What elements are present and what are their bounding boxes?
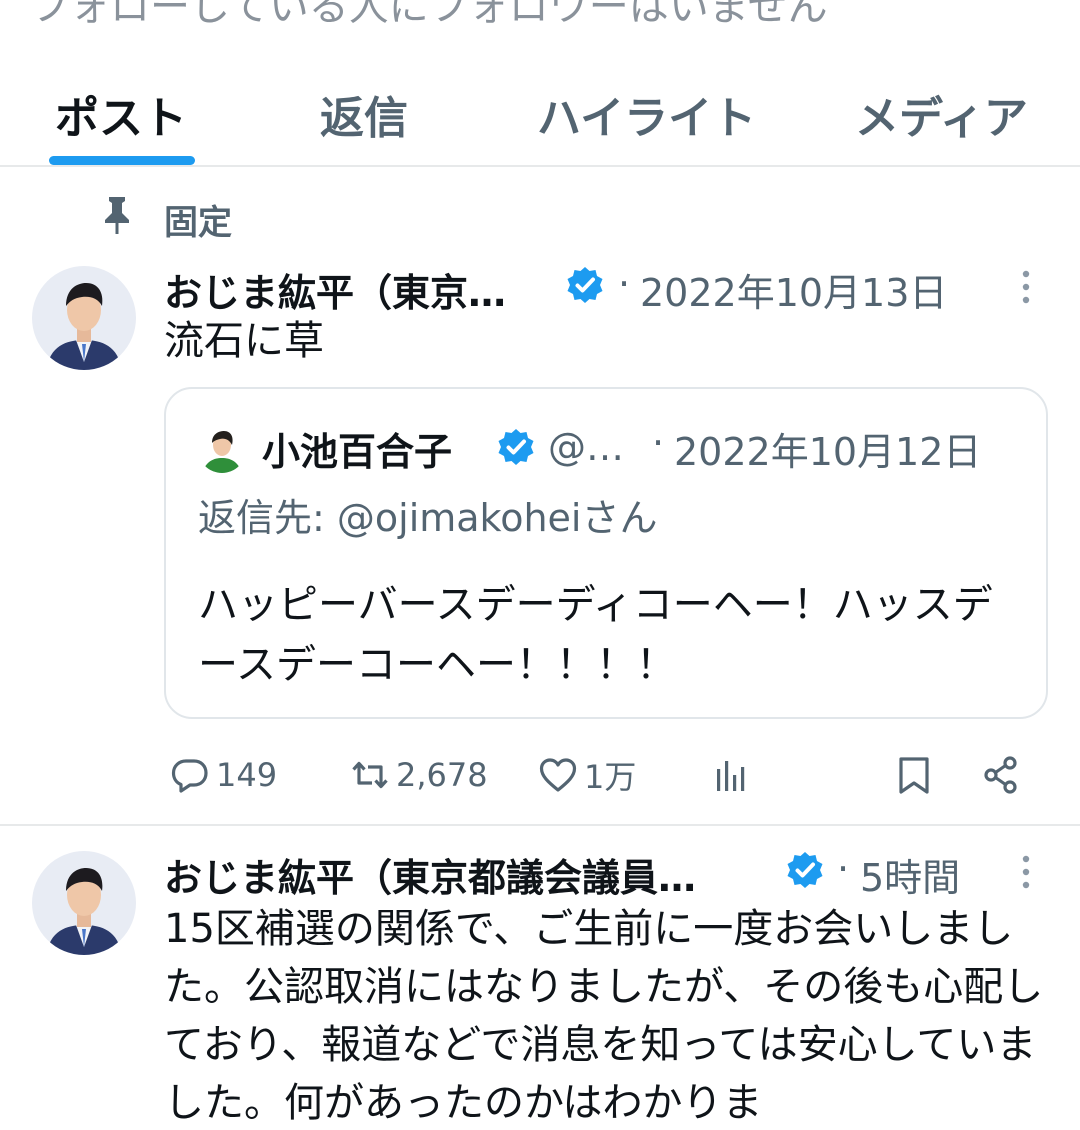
more-options-icon[interactable] bbox=[1020, 853, 1032, 893]
active-tab-indicator bbox=[49, 156, 195, 165]
post-date[interactable]: 5時間 bbox=[860, 847, 960, 902]
avatar[interactable] bbox=[32, 266, 136, 370]
post-author-name[interactable]: おじま紘平（東京… bbox=[164, 262, 506, 317]
verified-badge-icon bbox=[787, 852, 823, 888]
like-count: 1万 bbox=[584, 758, 637, 796]
like-button[interactable]: 1万 bbox=[538, 745, 636, 805]
views-button[interactable] bbox=[712, 745, 752, 805]
post-text: 15区補選の関係で、ご生前に一度お会いしました。公認取消にはなりましたが、その後… bbox=[164, 906, 1044, 1126]
verified-badge-icon bbox=[567, 267, 603, 303]
pinned-label: 固定 bbox=[164, 203, 232, 243]
bookmark-icon bbox=[899, 757, 929, 794]
repost-count: 2,678 bbox=[396, 756, 488, 794]
post-separator: · bbox=[618, 262, 631, 306]
quote-author-handle: @… bbox=[548, 425, 624, 469]
share-button[interactable] bbox=[982, 745, 1022, 805]
tab-replies[interactable]: 返信 bbox=[320, 82, 408, 146]
repost-button[interactable]: 2,678 bbox=[350, 745, 488, 805]
verified-badge-icon bbox=[498, 429, 534, 465]
repost-icon bbox=[352, 761, 388, 789]
pin-icon bbox=[105, 197, 129, 234]
more-options-icon[interactable] bbox=[1020, 268, 1032, 308]
tab-media[interactable]: メディア bbox=[855, 82, 1028, 146]
post-text: 流石に草 bbox=[164, 318, 324, 364]
profile-follow-note: フォローしている人にフォロワーはいません bbox=[30, 0, 828, 30]
reply-count: 149 bbox=[216, 756, 278, 794]
quote-author-name: 小池百合子 bbox=[262, 430, 453, 474]
reply-icon bbox=[171, 759, 208, 793]
analytics-icon bbox=[717, 761, 745, 791]
quote-avatar bbox=[198, 425, 246, 473]
post-date[interactable]: 2022年10月13日 bbox=[640, 262, 947, 317]
post-divider bbox=[0, 824, 1080, 826]
post-separator: · bbox=[837, 847, 850, 891]
heart-icon bbox=[539, 758, 577, 792]
quote-separator: · bbox=[652, 421, 665, 465]
post-author-name[interactable]: おじま紘平（東京都議会議員… bbox=[164, 847, 696, 902]
quote-reply-to: 返信先: @ojimakoheiさん bbox=[198, 496, 658, 540]
post-actions: 149 2,678 1万 bbox=[0, 745, 1080, 805]
tab-highlights[interactable]: ハイライト bbox=[537, 82, 756, 146]
quote-text: ハッピーバースデーディコーヘー！ハッスデースデーコーヘー！！！！ bbox=[198, 582, 993, 688]
share-icon bbox=[984, 756, 1017, 794]
avatar[interactable] bbox=[32, 851, 136, 955]
quoted-post[interactable]: 小池百合子 @… · 2022年10月12日 返信先: @ojimakoheiさ… bbox=[164, 387, 1048, 719]
quote-date: 2022年10月12日 bbox=[674, 430, 982, 474]
bookmark-button[interactable] bbox=[894, 745, 934, 805]
profile-timeline: フォローしている人にフォロワーはいません ポスト 返信 ハイライト メディア 固… bbox=[0, 0, 1080, 1130]
profile-tabs: ポスト 返信 ハイライト メディア bbox=[0, 60, 1080, 167]
tab-posts[interactable]: ポスト bbox=[55, 82, 187, 146]
reply-button[interactable]: 149 bbox=[170, 745, 277, 805]
